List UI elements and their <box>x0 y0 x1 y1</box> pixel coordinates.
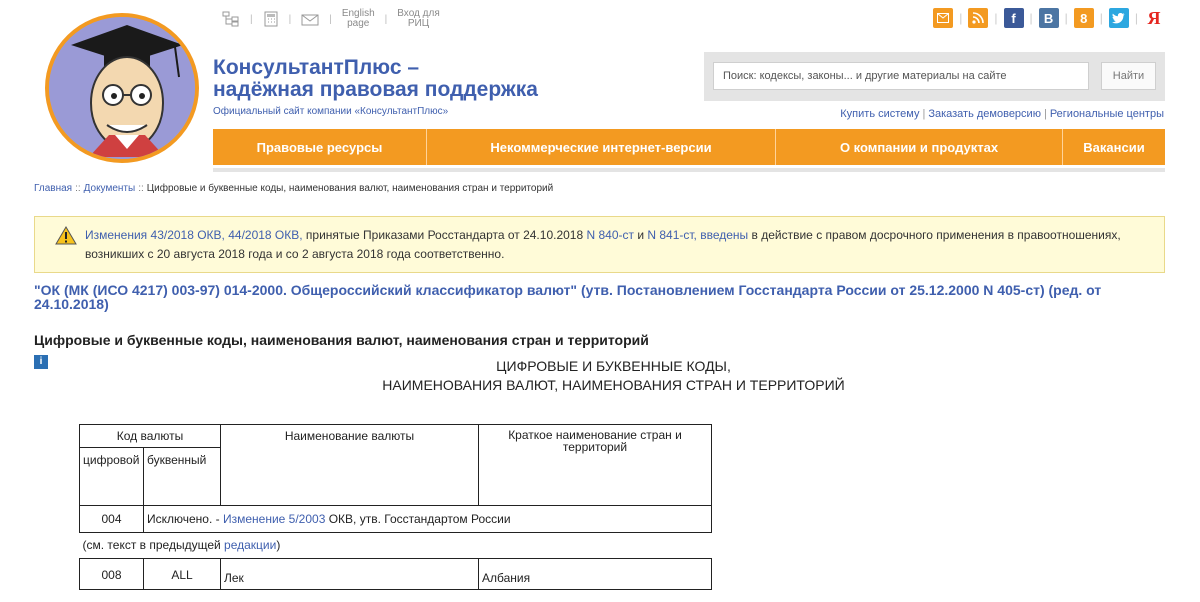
section-title: Цифровые и буквенные коды, наименования … <box>34 332 649 348</box>
breadcrumb-home[interactable]: Главная <box>34 183 72 194</box>
sitemap-icon[interactable] <box>222 11 240 27</box>
nav-item-internet-versions[interactable]: Некоммерческие интернет-версии <box>427 129 776 165</box>
divider: | <box>288 13 292 25</box>
header-letter-code: буквенный <box>143 447 221 506</box>
brand-subtitle[interactable]: Официальный сайт компании «КонсультантПл… <box>213 106 538 117</box>
divider: | <box>1099 11 1103 25</box>
breadcrumb-separator: :: <box>75 183 81 194</box>
changes-link[interactable]: Изменения 43/2018 ОКВ, 44/2018 ОКВ, <box>85 228 303 242</box>
warning-icon <box>55 226 77 251</box>
brand-block: КонсультантПлюс – надёжная правовая подд… <box>213 57 538 118</box>
table-cell-digit: 008 <box>79 558 144 590</box>
center-heading-line-2: НАИМЕНОВАНИЯ ВАЛЮТ, НАИМЕНОВАНИЯ СТРАН И… <box>382 377 845 393</box>
odnoklassniki-icon[interactable]: 8 <box>1073 8 1094 28</box>
brand-title-line-1[interactable]: КонсультантПлюс – <box>213 57 538 79</box>
excluded-text: Исключено. - <box>147 512 223 526</box>
divider: | <box>1043 108 1047 120</box>
breadcrumb-separator: :: <box>138 183 144 194</box>
divider: | <box>1029 11 1033 25</box>
nav-item-vacancies[interactable]: Вакансии <box>1063 129 1165 165</box>
divider: | <box>329 13 332 25</box>
table-cell-name: Лек <box>220 558 479 590</box>
mail-icon[interactable] <box>301 11 319 27</box>
table-row-excluded: Исключено. - Изменение 5/2003 ОКВ, утв. … <box>143 505 712 533</box>
breadcrumb-documents[interactable]: Документы <box>84 183 136 194</box>
logo[interactable] <box>45 13 199 163</box>
rits-line-2: РИЦ <box>407 18 430 29</box>
divider: | <box>959 11 963 25</box>
header-currency-code: Код валюты <box>79 424 221 448</box>
excluded-text-tail: ОКВ, утв. Госстандартом России <box>325 512 511 526</box>
table-cell-letter: ALL <box>143 558 221 590</box>
table-row-code: 004 <box>79 505 144 533</box>
rss-icon[interactable] <box>968 8 989 28</box>
document-title: "ОК (МК (ИСО 4217) 003-97) 014-2000. Общ… <box>34 282 1102 312</box>
table-cell-country: Албания <box>478 558 712 590</box>
divider: | <box>1134 11 1138 25</box>
divider: | <box>384 13 388 25</box>
nav-item-about-company[interactable]: О компании и продуктах <box>776 129 1063 165</box>
breadcrumb: Главная:: Документы:: Цифровые и буквенные… <box>34 183 553 194</box>
previous-edition-link[interactable]: редакции <box>224 538 276 552</box>
rits-login-link[interactable]: Вход для РИЦ <box>397 9 440 29</box>
header-digit-code: цифровой <box>79 447 144 506</box>
center-heading-line-1: ЦИФРОВЫЕ И БУКВЕННЫЕ КОДЫ, <box>496 358 731 374</box>
brand-title-line-2[interactable]: надёжная правовая поддержка <box>213 79 538 101</box>
search-button[interactable]: Найти <box>1101 62 1156 90</box>
top-utility-bar: | | | English page | Вход для РИЦ <box>222 6 440 32</box>
facebook-icon[interactable]: f <box>1003 8 1024 28</box>
table-row-note: (см. текст в предыдущей редакции) <box>79 532 712 559</box>
divider: | <box>994 11 998 25</box>
currency-table: Код валюты Наименование валюты Краткое н… <box>79 424 712 590</box>
search-input[interactable]: Поиск: кодексы, законы... и другие матер… <box>713 62 1089 90</box>
header-short-country-name: Краткое наименование стран и территорий <box>478 424 712 506</box>
email-icon[interactable] <box>933 8 954 28</box>
divider: | <box>250 13 253 25</box>
divider: | <box>922 108 926 120</box>
calculator-icon[interactable] <box>263 11 279 27</box>
search-panel: Поиск: кодексы, законы... и другие матер… <box>704 52 1165 101</box>
change-5-2003-link[interactable]: Изменение 5/2003 <box>223 512 325 526</box>
regional-centers-link[interactable]: Региональные центры <box>1050 108 1164 120</box>
notice-text: и <box>634 228 648 242</box>
nav-underline <box>213 168 1165 172</box>
main-nav: Правовые ресурсы Некоммерческие интернет… <box>213 129 1165 165</box>
order-840-link[interactable]: N 840-ст <box>586 228 634 242</box>
order-841-link[interactable]: N 841-ст, введены <box>647 228 748 242</box>
twitter-icon[interactable] <box>1108 8 1129 28</box>
header-currency-name: Наименование валюты <box>220 424 479 506</box>
notice-text: принятые Приказами Росстандарта от 24.10… <box>302 228 587 242</box>
english-line-2: page <box>347 18 370 29</box>
note-text: (см. текст в предыдущей <box>82 538 225 552</box>
order-demo-link[interactable]: Заказать демоверсию <box>928 108 1041 120</box>
buy-system-link[interactable]: Купить систему <box>840 108 919 120</box>
english-page-link[interactable]: English page <box>342 9 375 29</box>
changes-notice: Изменения 43/2018 ОКВ, 44/2018 ОКВ, прин… <box>34 216 1165 273</box>
yandex-icon[interactable]: Я <box>1144 8 1164 28</box>
divider: | <box>1064 11 1068 25</box>
vkontakte-icon[interactable]: В <box>1038 8 1059 28</box>
header-links: Купить систему | Заказать демоверсию | Регио… <box>840 108 1164 120</box>
nav-item-legal-resources[interactable]: Правовые ресурсы <box>213 129 427 165</box>
breadcrumb-current: Цифровые и буквенные коды, наименования … <box>146 183 554 194</box>
note-text-tail: ) <box>276 538 281 552</box>
social-links: | | f | В | 8 | | Я <box>933 8 1164 28</box>
